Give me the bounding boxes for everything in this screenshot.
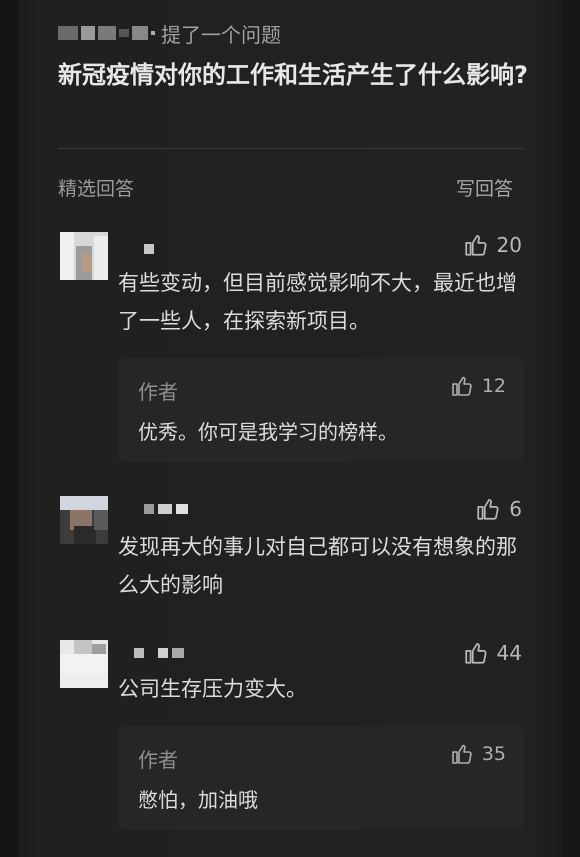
like-count: 20 (496, 233, 522, 257)
answer-text[interactable]: 公司生存压力变大。 (118, 670, 528, 708)
reply-like-count: 35 (481, 743, 506, 765)
reply-like-button[interactable]: 35 (450, 742, 506, 766)
screen: 提了一个问题 新冠疫情对你的工作和生活产生了什么影响? 精选回答 写回答 20 … (0, 0, 580, 857)
like-button[interactable]: 20 (463, 232, 522, 258)
thumbs-up-icon (464, 643, 487, 664)
answer-text[interactable]: 有些变动，但目前感觉影响不大，最近也增了一些人，在探索新项目。 (118, 264, 528, 340)
asker-name-redacted[interactable] (58, 26, 155, 40)
question-title[interactable]: 新冠疫情对你的工作和生活产生了什么影响? (58, 56, 528, 94)
thumbs-up-icon (477, 499, 499, 520)
like-count: 44 (496, 641, 522, 665)
like-button[interactable]: 6 (475, 496, 522, 522)
reply-author-label: 作者 (138, 380, 178, 404)
like-button[interactable]: 44 (463, 640, 522, 666)
answer-item: 6 发现再大的事儿对自己都可以没有想象的那么大的影响 (60, 496, 528, 606)
thumbs-up-icon (452, 376, 472, 396)
asker-action-text: 提了一个问题 (161, 22, 281, 47)
write-answer-button[interactable]: 写回答 (456, 174, 513, 201)
reply-author-label: 作者 (138, 748, 178, 772)
avatar[interactable] (60, 640, 108, 688)
reply-text[interactable]: 憋怕，加油哦 (138, 784, 258, 813)
author-reply-card: 作者 憋怕，加油哦 35 (118, 726, 524, 830)
reply-text[interactable]: 优秀。你可是我学习的榜样。 (138, 416, 398, 445)
reply-like-count: 12 (481, 375, 506, 397)
divider (58, 148, 524, 149)
avatar[interactable] (60, 232, 108, 280)
author-name-redacted[interactable] (144, 244, 154, 254)
answer-item: 44 公司生存压力变大。 作者 憋怕，加油哦 35 (60, 640, 528, 840)
answer-text[interactable]: 发现再大的事儿对自己都可以没有想象的那么大的影响 (118, 528, 528, 604)
left-edge (0, 0, 18, 857)
reply-like-button[interactable]: 12 (450, 374, 506, 398)
author-reply-card: 作者 优秀。你可是我学习的榜样。 12 (118, 358, 524, 462)
avatar[interactable] (60, 496, 108, 544)
featured-answers-label: 精选回答 (58, 178, 135, 200)
like-count: 6 (509, 497, 522, 521)
asker-row: 提了一个问题 (58, 18, 281, 48)
author-name-redacted[interactable] (134, 648, 184, 658)
answer-item: 20 有些变动，但目前感觉影响不大，最近也增了一些人，在探索新项目。 作者 优秀… (60, 232, 528, 472)
author-name-redacted[interactable] (144, 504, 188, 514)
thumbs-up-icon (452, 744, 472, 764)
thumbs-up-icon (464, 235, 487, 256)
right-edge (562, 0, 580, 857)
